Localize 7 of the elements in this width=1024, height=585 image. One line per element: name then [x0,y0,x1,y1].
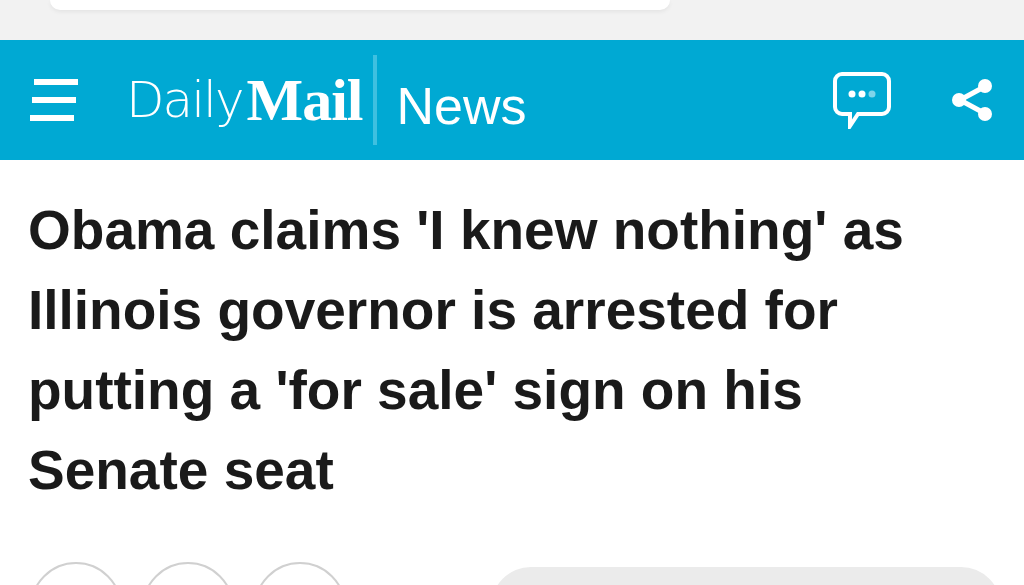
menu-icon[interactable] [30,78,78,122]
comment-icon[interactable] [832,71,892,129]
logo-text[interactable]: Daily [126,71,243,129]
logo-text[interactable]: Mail [246,65,363,135]
section-title: News [396,76,527,136]
headline: Obama claims 'I knew nothing' as Illinois governor is arrested for putting a 'for sale' sign on his Senate seat [27,198,905,503]
share-icon[interactable] [950,78,994,122]
